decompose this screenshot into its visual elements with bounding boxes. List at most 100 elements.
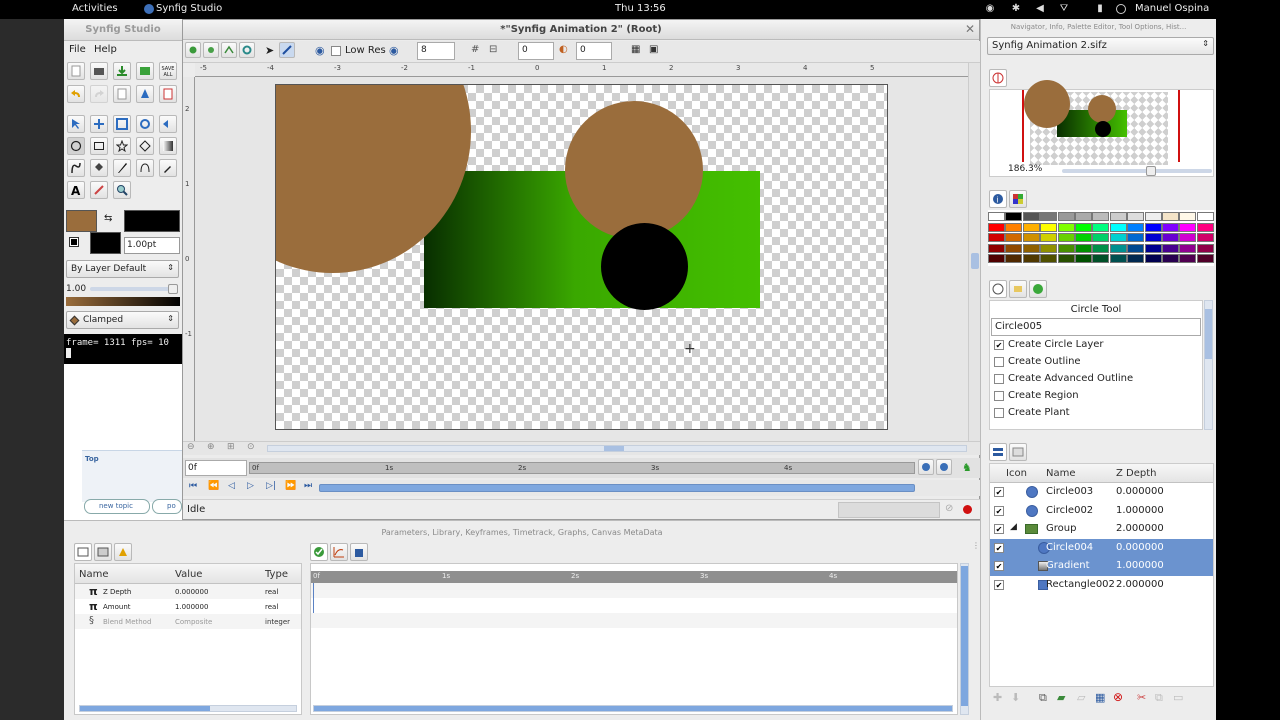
canvas-hscrollbar[interactable] <box>267 445 967 452</box>
col-value[interactable]: Value <box>175 569 202 580</box>
app-menu-label[interactable]: Synfig Studio <box>156 3 222 14</box>
param-value[interactable]: 0.000000 <box>175 588 208 596</box>
swap-colors-icon[interactable]: ⇆ <box>104 213 112 224</box>
layer-visibility-checkbox[interactable]: ✔ <box>994 542 1004 553</box>
timetrack-ruler[interactable]: 0f 1s 2s 3s 4s <box>311 571 957 583</box>
layer-visibility-checkbox[interactable]: ✔ <box>994 487 1004 497</box>
navigator-thumbnail[interactable] <box>1024 80 1168 165</box>
low-res-checkbox[interactable] <box>331 46 341 56</box>
palette-swatch[interactable] <box>988 212 1005 221</box>
param-value[interactable]: 1.000000 <box>175 603 208 611</box>
layer-name[interactable]: Circle002 <box>1046 505 1093 516</box>
group-layer-icon[interactable]: ▰ <box>1057 691 1065 704</box>
palette-swatch[interactable] <box>1162 233 1179 242</box>
palette-swatch[interactable] <box>1109 222 1127 232</box>
battery-icon[interactable]: ▮ <box>1094 3 1106 15</box>
timetrack-row[interactable] <box>311 613 957 628</box>
outline-color-swatch[interactable] <box>124 210 180 232</box>
layer-row[interactable]: ✔ Circle003 0.000000 <box>990 483 1213 502</box>
palette-swatch[interactable] <box>1022 222 1040 232</box>
create-region-checkbox[interactable] <box>994 391 1004 401</box>
timetrack-vscroll-thumb[interactable] <box>961 566 968 706</box>
params-hscroll-thumb[interactable] <box>80 706 210 711</box>
timetrack-hscrollbar[interactable] <box>313 705 953 712</box>
opacity-slider[interactable] <box>90 284 178 294</box>
palette-swatch[interactable] <box>1075 212 1092 221</box>
layer-row[interactable]: ✔ Circle004 0.000000 <box>990 538 1213 557</box>
palette-swatch[interactable] <box>1075 222 1092 232</box>
palette-swatch[interactable] <box>1075 233 1092 242</box>
zoom-100-icon[interactable]: ⊙ <box>247 442 255 452</box>
palette-swatch[interactable] <box>1162 222 1179 232</box>
palette-swatch[interactable] <box>1022 254 1040 263</box>
show-vertex-ducks-icon[interactable] <box>221 42 237 58</box>
palette-swatch[interactable] <box>1196 233 1214 242</box>
palette-swatch[interactable] <box>1179 243 1197 253</box>
zoom-in-icon[interactable]: ⊕ <box>207 442 215 452</box>
cut-icon[interactable]: ✂ <box>1137 691 1146 704</box>
time-slider[interactable]: 0f 1s 2s 3s 4s <box>249 462 915 474</box>
param-row[interactable]: π Z Depth 0.000000 real <box>75 584 301 599</box>
save-all-button[interactable]: SAVE ALL <box>159 62 177 80</box>
hscroll-thumb[interactable] <box>604 446 624 451</box>
network-icon[interactable]: ⛛ <box>1058 3 1070 15</box>
palette-swatch[interactable] <box>1040 222 1058 232</box>
palette-swatch[interactable] <box>988 254 1005 263</box>
seek-next-frame-icon[interactable]: ▷| <box>266 481 276 491</box>
palette-swatch[interactable] <box>1179 212 1197 221</box>
palette-swatch[interactable] <box>1092 222 1110 232</box>
animation-mode-icon[interactable] <box>918 459 934 475</box>
timetrack-row[interactable] <box>311 583 957 598</box>
palette-swatch[interactable] <box>1005 233 1023 242</box>
raise-layer-icon[interactable]: ✚ <box>993 691 1002 704</box>
user-menu[interactable]: Manuel Ospina <box>1135 3 1209 14</box>
fill-color-swatch[interactable] <box>66 210 97 232</box>
close-window-icon[interactable]: ✕ <box>965 22 975 36</box>
layer-name[interactable]: Group <box>1046 523 1076 534</box>
col-layer-name[interactable]: Name <box>1046 468 1076 479</box>
paste-icon[interactable]: ▭ <box>1173 691 1183 704</box>
palette-swatch[interactable] <box>1022 243 1040 253</box>
layer-name[interactable]: Rectangle002 <box>1046 579 1115 590</box>
palette-swatch[interactable] <box>1144 243 1162 253</box>
record-icon[interactable] <box>963 505 972 514</box>
animation-mode-figure-icon[interactable]: ♞ <box>962 461 972 474</box>
layer-name[interactable]: Circle003 <box>1046 486 1093 497</box>
palette-swatch[interactable] <box>1144 212 1162 221</box>
render-button[interactable] <box>136 85 154 103</box>
reset-colors-icon[interactable] <box>69 237 79 247</box>
tab-library-icon[interactable] <box>94 543 112 561</box>
duplicate-layer-icon[interactable]: ⧉ <box>1039 691 1047 705</box>
brush-size-field[interactable]: 1.00pt <box>124 237 180 254</box>
zoom-out-icon[interactable]: ⊖ <box>187 442 195 452</box>
vscroll-thumb[interactable] <box>971 253 979 269</box>
work-area[interactable]: + <box>195 77 968 451</box>
tool-options-tab-icon[interactable] <box>989 280 1007 298</box>
lower-layer-icon[interactable]: ⬇ <box>1011 691 1020 704</box>
param-value[interactable]: Composite <box>175 618 212 626</box>
canvas-browser-tab-icon[interactable] <box>1029 280 1047 298</box>
palette-swatch[interactable] <box>1179 254 1197 263</box>
palette-swatch[interactable] <box>1196 212 1214 221</box>
palette-swatch[interactable] <box>1127 254 1145 263</box>
seek-next-keyframe-icon[interactable]: ⏩ <box>285 481 296 491</box>
palette-swatch[interactable] <box>1162 254 1179 263</box>
timetrack-vscrollbar[interactable] <box>960 563 969 715</box>
spline-tool[interactable] <box>67 159 85 177</box>
timetrack-hscroll-thumb[interactable] <box>314 706 952 711</box>
eyedropper-tool[interactable] <box>159 159 177 177</box>
seek-prev-keyframe-icon[interactable]: ⏪ <box>208 481 219 491</box>
preview-icon[interactable]: ▣ <box>649 44 658 55</box>
palette-swatch[interactable] <box>1075 254 1092 263</box>
play-icon[interactable]: ▷ <box>247 481 254 491</box>
layer-name[interactable]: Circle004 <box>1046 542 1093 553</box>
palette-tab-icon[interactable] <box>1009 190 1027 208</box>
blend-method-select[interactable]: By Layer Default ⇕ <box>66 260 179 278</box>
render-icon[interactable]: ▦ <box>631 44 640 55</box>
palette-swatch[interactable] <box>1022 233 1040 242</box>
col-type[interactable]: Type <box>265 569 288 580</box>
show-width-ducks-icon[interactable] <box>279 42 295 58</box>
preview-button[interactable] <box>159 85 177 103</box>
render-preview-button[interactable] <box>113 85 131 103</box>
rectangle-tool[interactable] <box>90 137 108 155</box>
